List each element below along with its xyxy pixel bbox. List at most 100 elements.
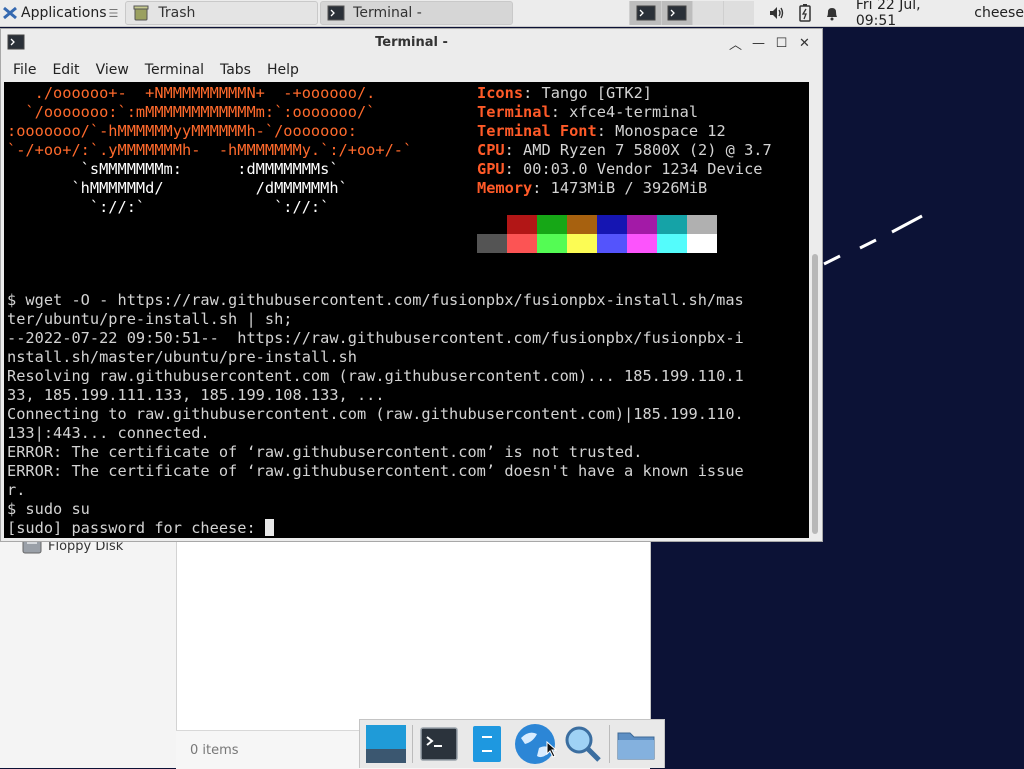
text-cursor — [264, 519, 274, 536]
color-palette — [477, 215, 717, 253]
palette-swatch — [477, 234, 507, 253]
output-line: 33, 185.199.111.133, 185.199.108.133, ..… — [7, 386, 385, 404]
notification-bell-icon[interactable] — [822, 3, 841, 23]
volume-icon[interactable] — [768, 3, 787, 23]
info-terminal-font: Terminal Font: Monospace 12 — [477, 122, 726, 140]
terminal-icon — [636, 5, 656, 21]
palette-row-bright — [477, 234, 717, 253]
file-manager-icon — [473, 726, 501, 762]
menu-edit[interactable]: Edit — [44, 62, 87, 78]
workspace-1[interactable] — [629, 1, 661, 25]
user-menu[interactable]: cheese — [974, 5, 1024, 21]
terminal-icon — [327, 5, 345, 21]
dock-show-desktop[interactable] — [364, 722, 408, 766]
terminal-icon — [420, 727, 458, 761]
folder-icon — [617, 732, 655, 760]
terminal-icon — [667, 5, 687, 21]
ascii-art-line: `-/+oo+/:`.yMMMMMMMh- -hMMMMMMMy.`:/+oo+… — [7, 141, 413, 159]
menu-view[interactable]: View — [88, 62, 137, 78]
ascii-art-line: :ooooooo/`-hMMMMMMyyMMMMMMh-`/ooooooo: — [7, 122, 357, 140]
app-finder-icon — [565, 726, 601, 762]
menu-help[interactable]: Help — [259, 62, 307, 78]
password-prompt-line[interactable]: [sudo] password for cheese: — [7, 519, 274, 538]
info-cpu: CPU: AMD Ryzen 7 5800X (2) @ 3.7 — [477, 141, 772, 159]
workspace-3[interactable] — [691, 1, 723, 25]
output-line: ERROR: The certificate of ‘raw.githubuse… — [7, 462, 744, 480]
info-memory: Memory: 1473MiB / 3926MiB — [477, 179, 708, 197]
item-count: 0 items — [190, 743, 239, 758]
dock — [359, 719, 665, 768]
palette-swatch — [687, 215, 717, 234]
output-line: $ wget -O - https://raw.githubuserconten… — [7, 291, 744, 309]
terminal-titlebar[interactable]: Terminal - ︿ — ☐ ✕ — [1, 29, 822, 57]
palette-swatch — [567, 215, 597, 234]
dock-terminal[interactable] — [417, 722, 461, 766]
ascii-art-line: `sMMMMMMMm: :dMMMMMMMs` — [7, 160, 339, 178]
palette-swatch — [597, 234, 627, 253]
menu-separator-icon: ☰ — [108, 6, 119, 20]
output-line: ERROR: The certificate of ‘raw.githubuse… — [7, 443, 643, 461]
info-terminal: Terminal: xfce4-terminal — [477, 103, 699, 121]
xfce-logo-icon — [3, 6, 17, 20]
maximize-icon[interactable]: ☐ — [770, 35, 793, 51]
palette-swatch — [627, 234, 657, 253]
terminal-output[interactable]: ./oooooo+- +NMMMMMMMMMN+ -+oooooo/. `/oo… — [4, 82, 809, 538]
menu-file[interactable]: File — [5, 62, 44, 78]
output-line: nstall.sh/master/ubuntu/pre-install.sh — [7, 348, 357, 366]
output-line: 133|:443... connected. — [7, 424, 210, 442]
applications-label: Applications — [21, 5, 107, 21]
minimize-icon[interactable]: — — [747, 35, 770, 51]
trash-icon — [133, 5, 149, 21]
dock-separator — [609, 725, 610, 763]
workspace-2[interactable] — [660, 1, 692, 25]
palette-swatch — [627, 215, 657, 234]
workspace-4[interactable] — [722, 1, 754, 25]
terminal-menubar: File Edit View Terminal Tabs Help — [1, 57, 822, 83]
clock[interactable]: Fri 22 Jul, 09:51 — [856, 0, 962, 29]
palette-swatch — [537, 234, 567, 253]
window-shade-icon[interactable]: ︿ — [724, 35, 747, 53]
palette-swatch — [507, 215, 537, 234]
palette-swatch — [657, 234, 687, 253]
ascii-art-line: `/ooooooo:`:mMMMMMMMMMMMMm:`:ooooooo/` — [7, 103, 376, 121]
dock-separator — [412, 725, 413, 763]
close-icon[interactable]: ✕ — [793, 35, 816, 51]
applications-menu[interactable]: Applications ☰ — [0, 0, 122, 26]
dock-web-browser[interactable] — [513, 722, 557, 766]
scrollbar-thumb[interactable] — [812, 254, 818, 534]
palette-swatch — [507, 234, 537, 253]
top-panel: Applications ☰ Trash Terminal - Fri 22 J… — [0, 0, 1024, 29]
palette-swatch — [687, 234, 717, 253]
palette-swatch — [537, 215, 567, 234]
info-icons: Icons: Tango [GTK2] — [477, 84, 652, 102]
dock-app-finder[interactable] — [561, 722, 605, 766]
menu-tabs[interactable]: Tabs — [212, 62, 259, 78]
password-prompt: [sudo] password for cheese: — [7, 519, 265, 537]
web-browser-icon — [515, 724, 557, 764]
ascii-art-line: `hMMMMMMd/ /dMMMMMMh` — [7, 179, 348, 197]
terminal-window: Terminal - ︿ — ☐ ✕ File Edit View Termin… — [0, 28, 823, 542]
palette-row-normal — [477, 215, 717, 234]
palette-swatch — [597, 215, 627, 234]
palette-swatch — [657, 215, 687, 234]
info-gpu: GPU: 00:03.0 Vendor 1234 Device — [477, 160, 763, 178]
dock-file-manager[interactable] — [465, 722, 509, 766]
menu-terminal[interactable]: Terminal — [137, 62, 212, 78]
show-desktop-icon — [366, 725, 406, 763]
output-line: $ sudo su — [7, 500, 90, 518]
terminal-scrollbar[interactable] — [809, 82, 821, 538]
palette-swatch — [477, 215, 507, 234]
ascii-art-line: ./oooooo+- +NMMMMMMMMMN+ -+oooooo/. — [7, 84, 376, 102]
palette-swatch — [567, 234, 597, 253]
taskbar-trash[interactable]: Trash — [125, 1, 319, 25]
output-line: ter/ubuntu/pre-install.sh | sh; — [7, 310, 293, 328]
battery-icon[interactable] — [795, 3, 814, 23]
taskbar-trash-label: Trash — [158, 5, 196, 21]
output-line: Resolving raw.githubusercontent.com (raw… — [7, 367, 744, 385]
dock-folder[interactable] — [614, 722, 658, 766]
taskbar-terminal[interactable]: Terminal - — [320, 1, 513, 25]
wallpaper-lines — [823, 214, 923, 266]
ascii-art-line: `://:` `://:` — [7, 198, 330, 216]
output-line: --2022-07-22 09:50:51-- https://raw.gith… — [7, 329, 744, 347]
output-line: r. — [7, 481, 26, 499]
